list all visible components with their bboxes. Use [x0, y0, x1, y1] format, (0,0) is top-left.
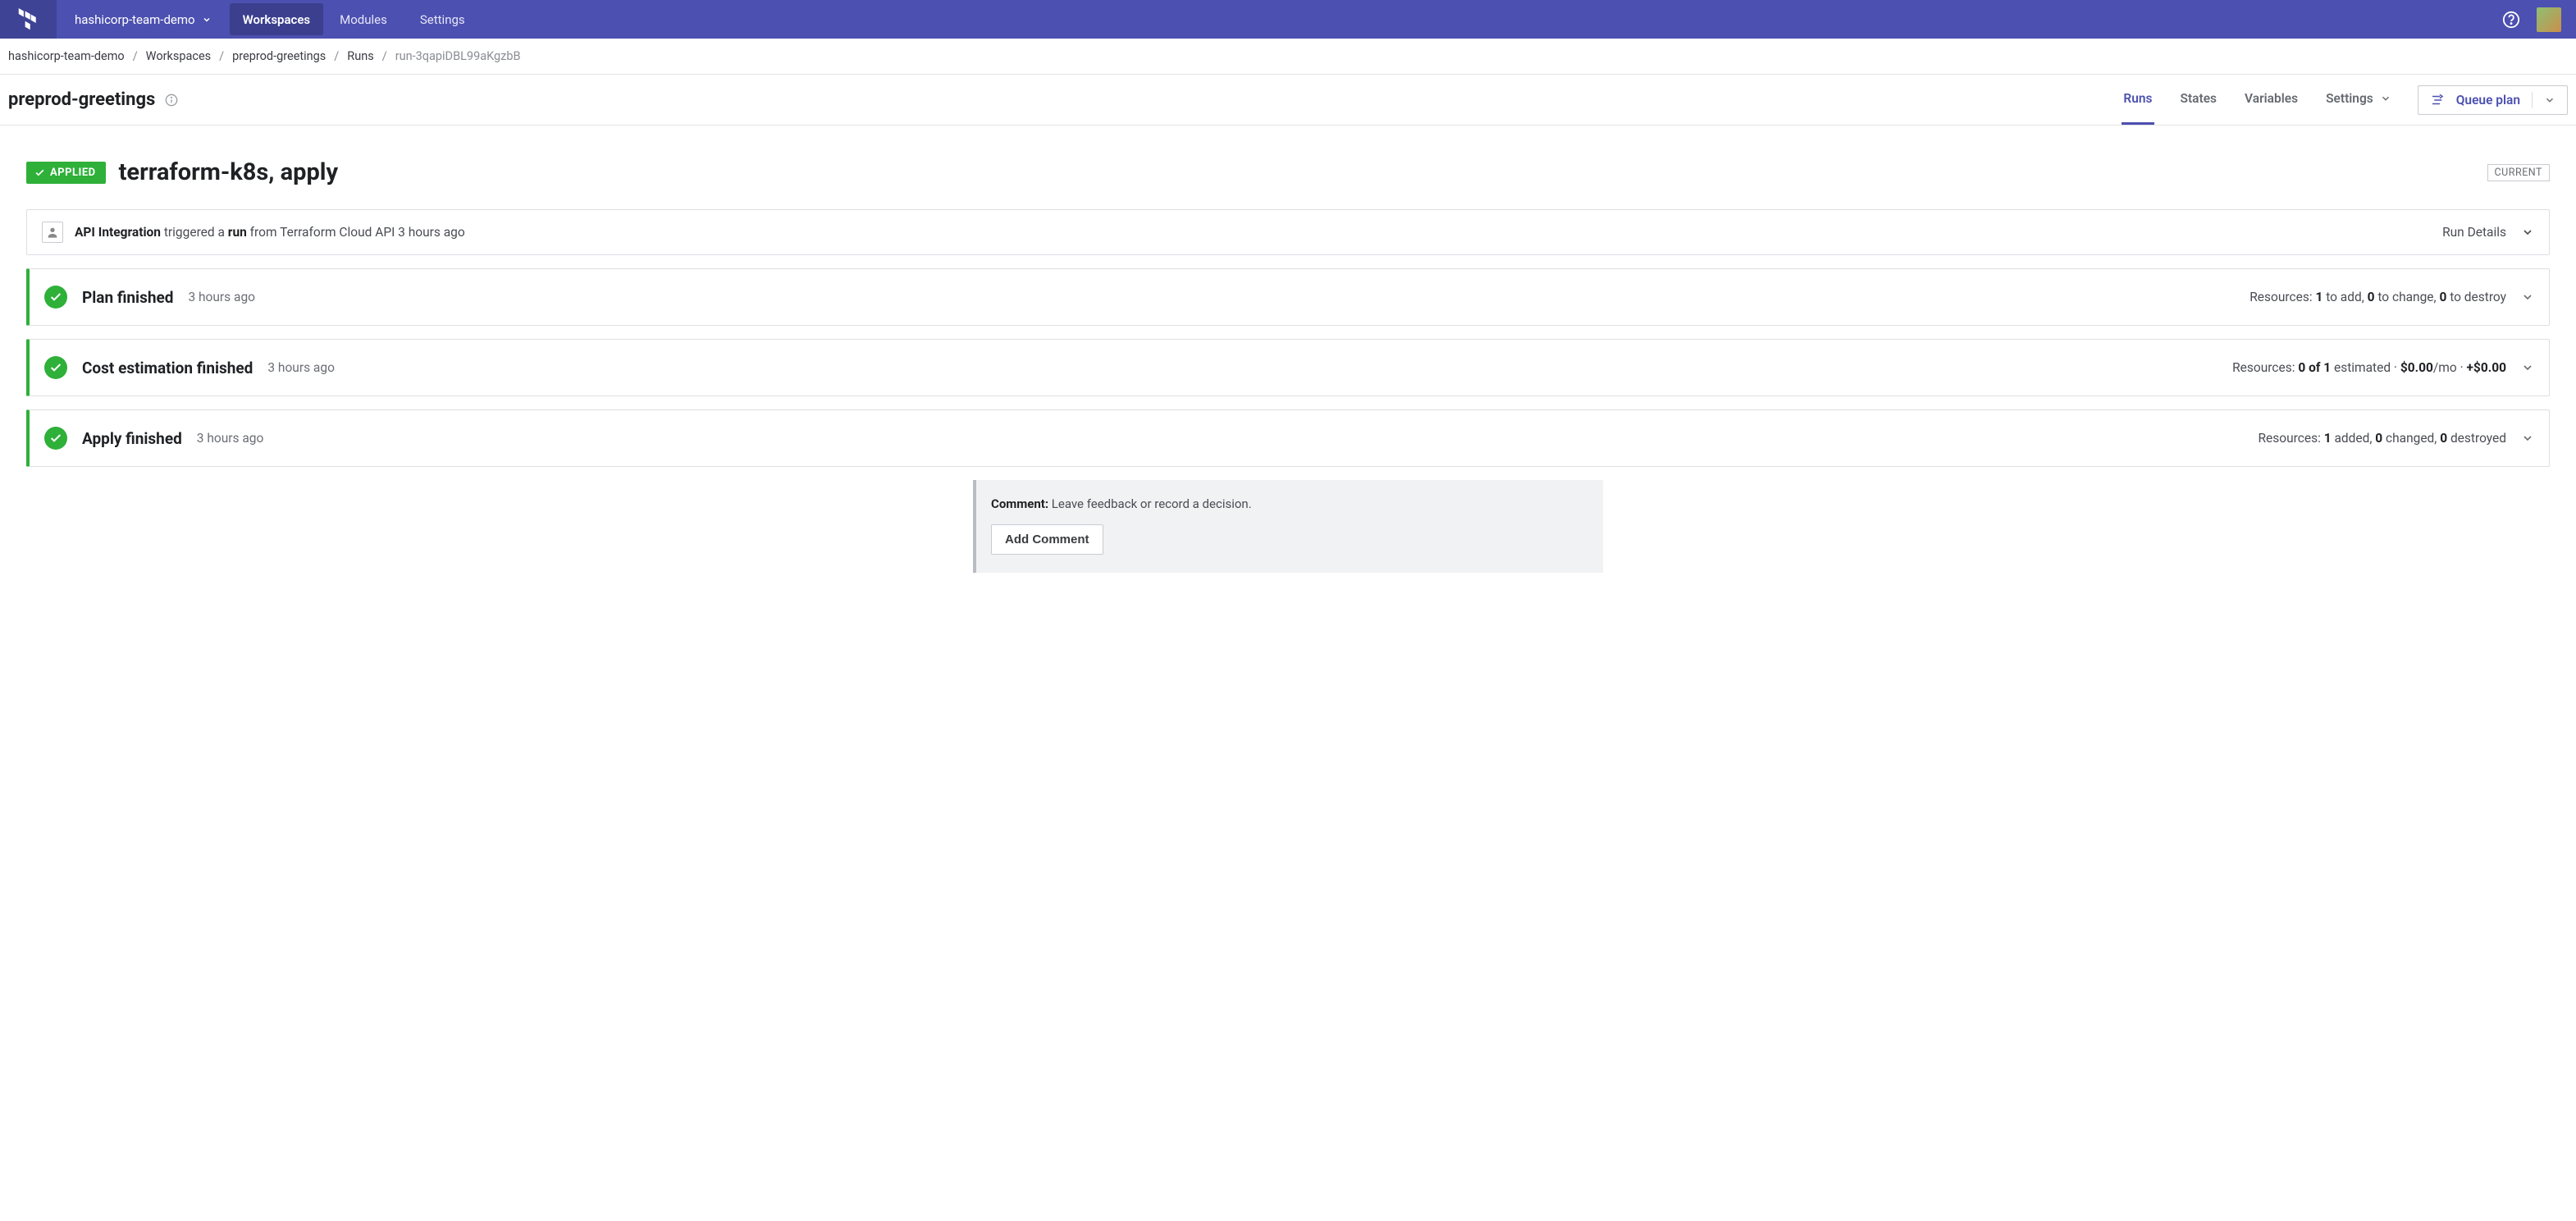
stage-time: 3 hours ago [267, 360, 335, 375]
nav-link-workspaces[interactable]: Workspaces [230, 3, 324, 35]
org-switcher[interactable]: hashicorp-team-demo [57, 0, 230, 39]
chevron-down-icon[interactable] [2521, 290, 2534, 304]
stage-card[interactable]: Plan finished 3 hours ago Resources: 1 to … [26, 268, 2550, 326]
stage-resources: Resources: 1 to add, 0 to change, 0 to d… [2249, 290, 2506, 304]
check-icon [34, 167, 45, 178]
run-trigger-row[interactable]: API Integration triggered a run from Ter… [26, 209, 2550, 255]
chevron-down-icon [2521, 226, 2534, 239]
tab-label: Settings [2326, 91, 2373, 106]
check-circle-icon [44, 427, 67, 450]
queue-plan-label: Queue plan [2456, 93, 2520, 107]
run-trigger-text: API Integration triggered a run from Ter… [75, 225, 465, 240]
chevron-down-icon [2544, 94, 2555, 106]
stage-title: Cost estimation finished [82, 359, 253, 377]
tab-states[interactable]: States [2179, 75, 2219, 125]
nav-link-settings[interactable]: Settings [404, 0, 482, 39]
stage-resources: Resources: 0 of 1 estimated · $0.00/mo ·… [2232, 360, 2506, 375]
user-icon [42, 222, 63, 243]
check-circle-icon [44, 286, 67, 309]
info-icon[interactable] [165, 94, 178, 107]
tab-settings[interactable]: Settings [2324, 75, 2393, 125]
stage-title: Apply finished [82, 429, 182, 448]
queue-plan-button[interactable]: Queue plan [2418, 85, 2568, 115]
help-icon[interactable] [2502, 11, 2520, 29]
run-detail: APPLIED terraform-k8s, apply CURRENT API… [0, 126, 2576, 573]
run-title: terraform-k8s, apply [119, 158, 338, 186]
tab-runs[interactable]: Runs [2122, 75, 2154, 125]
stage-title: Plan finished [82, 288, 173, 307]
breadcrumb-link[interactable]: preprod-greetings [232, 49, 326, 63]
breadcrumb-sep: / [382, 49, 387, 63]
tab-variables[interactable]: Variables [2243, 75, 2300, 125]
workspace-title: preprod-greetings [8, 89, 155, 110]
queue-icon [2430, 93, 2445, 107]
check-circle-icon [44, 356, 67, 379]
breadcrumb-sep: / [334, 49, 339, 63]
breadcrumb-link[interactable]: Runs [347, 49, 373, 63]
breadcrumb-current: run-3qapiDBL99aKgzbB [395, 49, 521, 63]
tab-label: Runs [2123, 91, 2152, 106]
tab-label: Variables [2245, 91, 2298, 106]
comment-section: Comment: Leave feedback or record a deci… [973, 480, 1603, 573]
stage-resources: Resources: 1 added, 0 changed, 0 destroy… [2259, 431, 2507, 446]
stage-time: 3 hours ago [197, 431, 264, 446]
status-badge-applied: APPLIED [26, 162, 106, 184]
breadcrumb: hashicorp-team-demo / Workspaces / preprod-g… [0, 39, 2576, 75]
breadcrumb-sep: / [219, 49, 224, 63]
terraform-logo[interactable] [0, 0, 57, 39]
stage-time: 3 hours ago [188, 290, 255, 304]
stage-card[interactable]: Cost estimation finished 3 hours ago Resou… [26, 339, 2550, 396]
chevron-down-icon [202, 15, 212, 25]
stage-card[interactable]: Apply finished 3 hours ago Resources: 1 ad… [26, 409, 2550, 467]
comment-label: Comment: Leave feedback or record a deci… [991, 496, 1588, 511]
chevron-down-icon [2380, 93, 2391, 104]
breadcrumb-sep: / [133, 49, 138, 63]
breadcrumb-link[interactable]: hashicorp-team-demo [8, 49, 125, 63]
workspace-tabs: Runs States Variables Settings [2122, 75, 2392, 125]
primary-nav: WorkspacesModulesSettings [230, 0, 482, 39]
breadcrumb-link[interactable]: Workspaces [146, 49, 211, 63]
org-name: hashicorp-team-demo [75, 12, 195, 27]
tab-label: States [2181, 91, 2217, 106]
chevron-down-icon[interactable] [2521, 432, 2534, 445]
top-nav: hashicorp-team-demo WorkspacesModulesSet… [0, 0, 2576, 39]
run-details-toggle[interactable]: Run Details [2442, 225, 2534, 240]
nav-link-modules[interactable]: Modules [323, 0, 404, 39]
chevron-down-icon[interactable] [2521, 361, 2534, 374]
page-header: preprod-greetings Runs States Variables Set… [0, 75, 2576, 126]
add-comment-button[interactable]: Add Comment [991, 524, 1103, 555]
current-badge: CURRENT [2487, 164, 2550, 181]
user-avatar[interactable] [2537, 7, 2561, 32]
